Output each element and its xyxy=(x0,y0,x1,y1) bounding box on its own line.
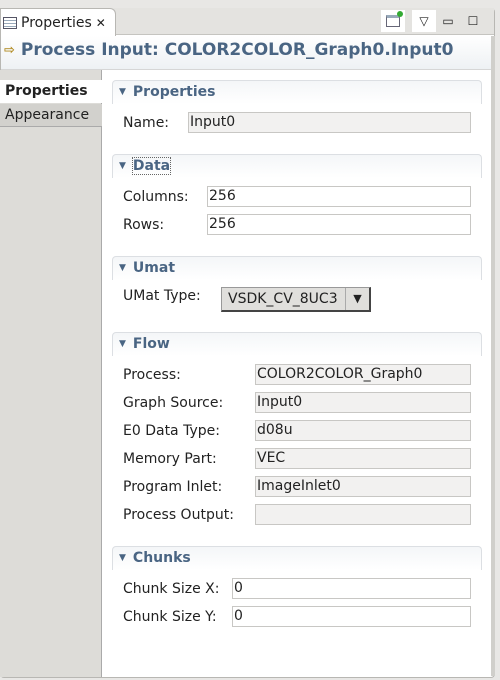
rows-label: Rows: xyxy=(123,217,165,233)
properties-view-icon xyxy=(3,16,17,29)
section-title: Flow xyxy=(132,336,170,352)
flow-field[interactable] xyxy=(255,504,471,525)
view-menu-icon[interactable]: ▽ xyxy=(412,10,436,32)
left-tab-properties[interactable]: Properties xyxy=(0,80,102,103)
section-umat[interactable]: ▼ Umat xyxy=(112,256,482,280)
section-title: Umat xyxy=(132,260,176,276)
page-title: ⇨ Process Input: COLOR2COLOR_Graph0.Inpu… xyxy=(4,40,453,60)
section-flow[interactable]: ▼ Flow xyxy=(112,332,482,356)
flow-label: E0 Data Type: xyxy=(123,423,220,439)
umat-type-label: UMat Type: xyxy=(123,288,201,304)
chunk-size-x-input[interactable]: 0 xyxy=(232,578,471,599)
chunk-size-y-input[interactable]: 0 xyxy=(232,606,471,627)
umat-type-select[interactable]: VSDK_CV_8UC3 ▼ xyxy=(221,287,371,312)
flow-label: Memory Part: xyxy=(123,451,217,467)
umat-type-value: VSDK_CV_8UC3 xyxy=(228,291,338,307)
left-tab-list xyxy=(0,70,102,677)
section-title: Properties xyxy=(132,84,216,100)
columns-label: Columns: xyxy=(123,189,189,205)
collapse-icon[interactable]: ▼ xyxy=(119,87,126,97)
flow-label: Process Output: xyxy=(123,507,234,523)
flow-field[interactable]: Input0 xyxy=(255,392,471,413)
flow-label: Graph Source: xyxy=(123,395,224,411)
section-title: Chunks xyxy=(132,550,191,566)
rows-input[interactable]: 256 xyxy=(207,214,471,235)
properties-tab[interactable]: Properties ✕ xyxy=(0,8,116,36)
title-text: Process Input: COLOR2COLOR_Graph0.Input0 xyxy=(20,40,454,60)
collapse-icon[interactable]: ▼ xyxy=(119,553,126,563)
flow-label: Process: xyxy=(123,367,181,383)
pin-view-icon[interactable] xyxy=(381,10,405,32)
name-label: Name: xyxy=(123,115,170,131)
collapse-icon[interactable]: ▼ xyxy=(119,339,126,349)
section-title: Data xyxy=(131,157,172,175)
flow-label: Program Inlet: xyxy=(123,479,223,495)
flow-field[interactable]: COLOR2COLOR_Graph0 xyxy=(255,364,471,385)
section-data[interactable]: ▼ Data xyxy=(112,154,482,178)
flow-field[interactable]: ImageInlet0 xyxy=(255,476,471,497)
scrollbar[interactable] xyxy=(491,36,495,676)
flow-field[interactable]: VEC xyxy=(255,448,471,469)
process-input-icon: ⇨ xyxy=(4,42,15,58)
minimize-icon[interactable]: ▭ xyxy=(436,10,460,32)
chunk-size-y-label: Chunk Size Y: xyxy=(123,609,217,625)
collapse-icon[interactable]: ▼ xyxy=(119,161,126,171)
columns-input[interactable]: 256 xyxy=(207,186,471,207)
name-field[interactable]: Input0 xyxy=(188,112,471,133)
chunk-size-x-label: Chunk Size X: xyxy=(123,581,220,597)
chevron-down-icon[interactable]: ▼ xyxy=(345,288,369,310)
close-icon[interactable]: ✕ xyxy=(96,16,106,30)
section-properties[interactable]: ▼ Properties xyxy=(112,80,482,104)
flow-field[interactable]: d08u xyxy=(255,420,471,441)
section-chunks[interactable]: ▼ Chunks xyxy=(112,546,482,570)
tab-label: Properties xyxy=(21,14,92,31)
maximize-icon[interactable]: ☐ xyxy=(461,10,485,32)
left-tab-appearance[interactable]: Appearance xyxy=(0,104,102,127)
collapse-icon[interactable]: ▼ xyxy=(119,263,126,273)
